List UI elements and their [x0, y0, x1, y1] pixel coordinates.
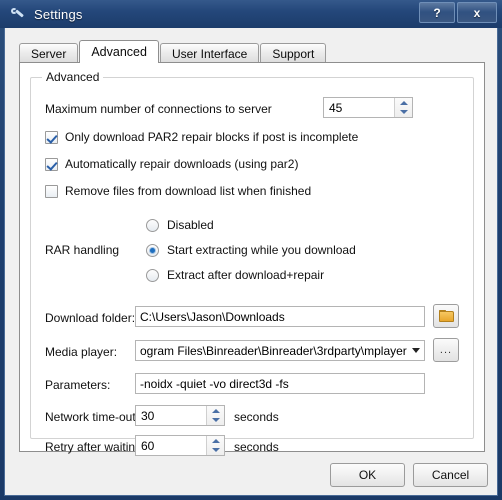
radio-rar-disabled[interactable]: Disabled [146, 218, 214, 232]
checkbox-indicator[interactable] [45, 184, 58, 198]
arrow-up-icon [399, 100, 408, 105]
tab-server[interactable]: Server [19, 43, 79, 63]
spin-up-button[interactable] [207, 436, 224, 446]
spin-up-button[interactable] [207, 406, 224, 416]
radio-label: Start extracting while you download [167, 243, 356, 257]
checkbox-indicator[interactable] [45, 130, 58, 144]
advanced-group-box: Advanced Maximum number of connections t… [30, 70, 474, 456]
arrow-down-icon [211, 418, 220, 423]
checkbox-auto-repair[interactable]: Automatically repair downloads (using pa… [45, 157, 298, 171]
network-timeout-value[interactable]: 30 [136, 406, 206, 425]
max-connections-value[interactable]: 45 [324, 98, 394, 117]
retry-after-waiting-unit: seconds [234, 440, 279, 454]
radio-indicator[interactable] [146, 268, 159, 282]
checkbox-par2-blocks[interactable]: Only download PAR2 repair blocks if post… [45, 130, 358, 144]
radio-rar-start-extracting[interactable]: Start extracting while you download [146, 243, 356, 257]
dialog-body: Server Advanced User Interface Support A… [4, 28, 498, 496]
download-folder-browse-button[interactable] [433, 304, 459, 328]
spin-down-button[interactable] [395, 108, 412, 118]
checkbox-indicator[interactable] [45, 157, 58, 171]
ellipsis-label: ... [439, 344, 453, 356]
close-button[interactable]: x [457, 2, 497, 23]
tab-page-advanced: Advanced Maximum number of connections t… [19, 62, 485, 456]
download-folder-input[interactable]: C:\Users\Jason\Downloads [135, 306, 425, 327]
spin-up-button[interactable] [395, 98, 412, 108]
rar-handling-label: RAR handling [45, 243, 120, 257]
media-player-value[interactable]: ogram Files\Binreader\Binreader\3rdparty… [140, 344, 407, 358]
radio-label: Extract after download+repair [167, 268, 325, 282]
folder-icon [438, 310, 454, 322]
spin-down-button[interactable] [207, 446, 224, 456]
tab-strip: Server Advanced User Interface Support [19, 40, 485, 63]
retry-after-waiting-spin-buttons[interactable] [206, 436, 224, 455]
media-player-browse-button[interactable]: ... [433, 338, 459, 362]
window-buttons: ? x [419, 2, 497, 23]
radio-rar-extract-after[interactable]: Extract after download+repair [146, 268, 324, 282]
radio-indicator[interactable] [146, 243, 159, 257]
ok-button[interactable]: OK [330, 463, 405, 487]
help-button[interactable]: ? [419, 2, 455, 23]
arrow-down-icon [211, 448, 220, 453]
radio-label: Disabled [167, 218, 214, 232]
parameters-label: Parameters: [45, 378, 111, 392]
download-folder-label: Download folder: [45, 311, 136, 325]
network-timeout-label: Network time-out: [45, 410, 140, 424]
arrow-up-icon [211, 438, 220, 443]
checkbox-label: Automatically repair downloads (using pa… [65, 157, 299, 171]
spin-down-button[interactable] [207, 416, 224, 426]
retry-after-waiting-label: Retry after waiting: [45, 440, 146, 454]
chevron-down-icon[interactable] [407, 341, 424, 360]
checkbox-label: Remove files from download list when fin… [65, 184, 312, 198]
media-player-label: Media player: [45, 345, 118, 359]
network-timeout-stepper[interactable]: 30 [135, 405, 225, 426]
window-title: Settings [34, 6, 83, 22]
settings-window: Settings ? x Server Advanced User Interf… [0, 0, 502, 500]
media-player-combobox[interactable]: ogram Files\Binreader\Binreader\3rdparty… [135, 340, 425, 361]
arrow-up-icon [211, 408, 220, 413]
checkbox-remove-finished[interactable]: Remove files from download list when fin… [45, 184, 311, 198]
retry-after-waiting-value[interactable]: 60 [136, 436, 206, 455]
network-timeout-spin-buttons[interactable] [206, 406, 224, 425]
arrow-down-icon [399, 110, 408, 115]
tab-support[interactable]: Support [260, 43, 327, 63]
max-connections-label: Maximum number of connections to server [45, 102, 272, 116]
max-connections-stepper[interactable]: 45 [323, 97, 413, 118]
checkbox-label: Only download PAR2 repair blocks if post… [65, 130, 359, 144]
radio-indicator[interactable] [146, 218, 159, 232]
title-bar[interactable]: Settings ? x [0, 0, 502, 28]
group-box-label: Advanced [42, 70, 104, 84]
tab-advanced[interactable]: Advanced [79, 40, 159, 63]
wrench-icon [9, 6, 26, 23]
network-timeout-unit: seconds [234, 410, 279, 424]
retry-after-waiting-stepper[interactable]: 60 [135, 435, 225, 456]
max-connections-spin-buttons[interactable] [394, 98, 412, 117]
tab-user-interface[interactable]: User Interface [159, 43, 260, 63]
cancel-button[interactable]: Cancel [413, 463, 488, 487]
parameters-input[interactable]: -noidx -quiet -vo direct3d -fs [135, 373, 425, 394]
